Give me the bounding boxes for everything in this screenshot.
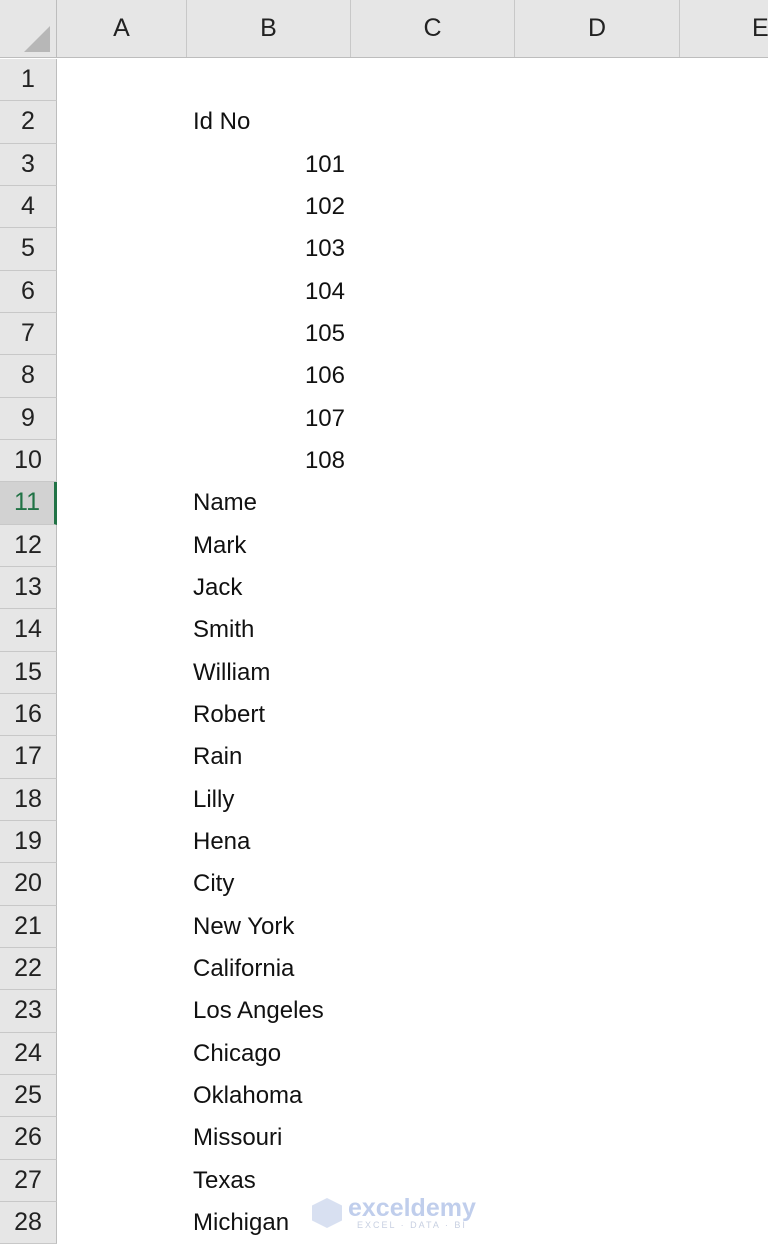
cell-b6[interactable]: 104 bbox=[187, 271, 345, 313]
watermark-name: exceldemy bbox=[348, 1194, 476, 1222]
row-header-16[interactable]: 16 bbox=[0, 693, 57, 737]
row-header-9[interactable]: 9 bbox=[0, 397, 57, 440]
row-header-22[interactable]: 22 bbox=[0, 947, 57, 991]
row-header-4[interactable]: 4 bbox=[0, 185, 57, 229]
row-header-19[interactable]: 19 bbox=[0, 820, 57, 864]
watermark-logo: exceldemy EXCEL · DATA · BI bbox=[312, 1196, 476, 1230]
column-header-bar: ABCDE bbox=[0, 0, 768, 58]
cell-b14[interactable]: Smith bbox=[193, 609, 254, 651]
column-header-a[interactable]: A bbox=[57, 0, 187, 57]
column-header-c[interactable]: C bbox=[351, 0, 515, 57]
row-header-26[interactable]: 26 bbox=[0, 1117, 57, 1160]
row-header-3[interactable]: 3 bbox=[0, 143, 57, 186]
cell-b23[interactable]: Los Angeles bbox=[193, 990, 324, 1032]
column-header-d[interactable]: D bbox=[515, 0, 680, 57]
select-all-triangle-icon bbox=[24, 26, 50, 52]
cell-b19[interactable]: Hena bbox=[193, 821, 250, 863]
row-header-14[interactable]: 14 bbox=[0, 609, 57, 652]
row-header-28[interactable]: 28 bbox=[0, 1201, 57, 1245]
column-header-b[interactable]: B bbox=[187, 0, 351, 57]
cell-b5[interactable]: 103 bbox=[187, 228, 345, 270]
cell-b27[interactable]: Texas bbox=[193, 1160, 256, 1202]
row-header-8[interactable]: 8 bbox=[0, 355, 57, 398]
cell-b13[interactable]: Jack bbox=[193, 567, 242, 609]
row-header-24[interactable]: 24 bbox=[0, 1032, 57, 1075]
select-all-button[interactable] bbox=[0, 0, 57, 58]
watermark-tagline: EXCEL · DATA · BI bbox=[357, 1220, 467, 1230]
row-header-6[interactable]: 6 bbox=[0, 270, 57, 313]
cell-b9[interactable]: 107 bbox=[187, 398, 345, 440]
row-header-12[interactable]: 12 bbox=[0, 524, 57, 567]
row-header-5[interactable]: 5 bbox=[0, 228, 57, 271]
row-header-21[interactable]: 21 bbox=[0, 905, 57, 948]
row-header-17[interactable]: 17 bbox=[0, 736, 57, 779]
column-header-e[interactable]: E bbox=[680, 0, 768, 57]
cell-b21[interactable]: New York bbox=[193, 906, 294, 948]
row-header-23[interactable]: 23 bbox=[0, 990, 57, 1033]
row-header-15[interactable]: 15 bbox=[0, 651, 57, 694]
cell-b16[interactable]: Robert bbox=[193, 694, 265, 736]
cell-b10[interactable]: 108 bbox=[187, 440, 345, 482]
row-header-27[interactable]: 27 bbox=[0, 1159, 57, 1202]
cell-b24[interactable]: Chicago bbox=[193, 1033, 281, 1075]
cell-b26[interactable]: Missouri bbox=[193, 1117, 282, 1159]
cell-b3[interactable]: 101 bbox=[187, 144, 345, 186]
row-header-11[interactable]: 11 bbox=[0, 482, 57, 525]
cell-b4[interactable]: 102 bbox=[187, 186, 345, 228]
cell-b7[interactable]: 105 bbox=[187, 313, 345, 355]
cell-b2[interactable]: Id No bbox=[193, 101, 250, 143]
exceldemy-cube-icon bbox=[312, 1198, 342, 1228]
cell-b22[interactable]: California bbox=[193, 948, 294, 990]
row-header-13[interactable]: 13 bbox=[0, 566, 57, 610]
cell-b12[interactable]: Mark bbox=[193, 525, 246, 567]
cell-b25[interactable]: Oklahoma bbox=[193, 1075, 302, 1117]
row-header-20[interactable]: 20 bbox=[0, 863, 57, 906]
cell-b17[interactable]: Rain bbox=[193, 736, 242, 778]
row-header-7[interactable]: 7 bbox=[0, 312, 57, 356]
cell-b20[interactable]: City bbox=[193, 863, 234, 905]
cell-b28[interactable]: Michigan bbox=[193, 1202, 289, 1244]
row-header-1[interactable]: 1 bbox=[0, 59, 57, 102]
cell-b8[interactable]: 106 bbox=[187, 355, 345, 397]
cell-b11[interactable]: Name bbox=[193, 482, 257, 524]
row-header-25[interactable]: 25 bbox=[0, 1074, 57, 1118]
row-header-10[interactable]: 10 bbox=[0, 439, 57, 483]
row-header-2[interactable]: 2 bbox=[0, 101, 57, 144]
cell-b15[interactable]: William bbox=[193, 652, 270, 694]
row-header-18[interactable]: 18 bbox=[0, 778, 57, 821]
cell-b18[interactable]: Lilly bbox=[193, 779, 234, 821]
